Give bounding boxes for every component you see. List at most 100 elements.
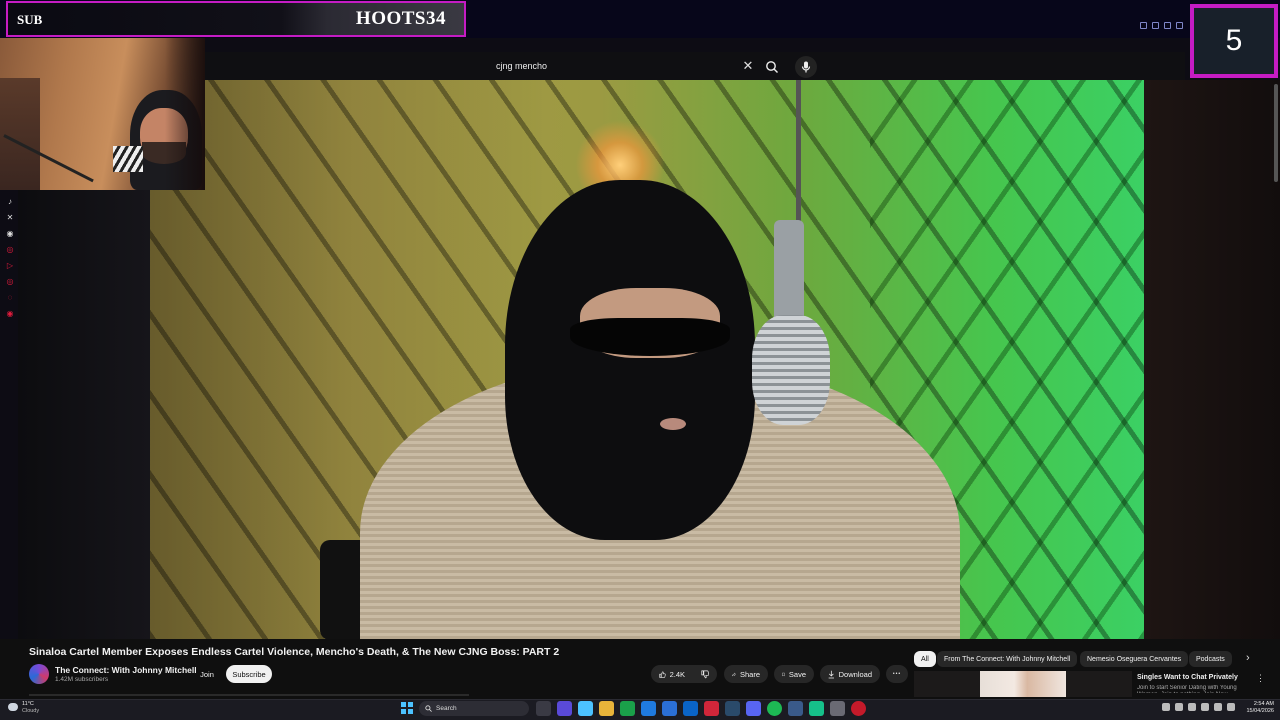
app-icon[interactable] (809, 701, 824, 716)
sub-label: SUB (17, 12, 43, 27)
chip-from-channel[interactable]: From The Connect: With Johnny Mitchell (937, 651, 1078, 667)
shield-icon[interactable] (1164, 22, 1171, 29)
youtube-header (205, 52, 1185, 80)
screen: cjng mencho ✕ SUB HOOTS34 5 ♪ ✕ ◉ ◎ ▷ ◎ … (0, 0, 1280, 720)
streamer-webcam (0, 38, 205, 190)
like-button[interactable]: 2.4K (651, 665, 693, 683)
discord-icon: ◉ (6, 229, 14, 238)
taskbar-search-label: Search (436, 705, 457, 712)
guest-balaclava (505, 180, 755, 540)
clock-date[interactable]: 15/04/2026 (1234, 708, 1274, 714)
streamer-shirt (113, 146, 143, 172)
file-explorer-icon[interactable] (599, 701, 614, 716)
network-icon[interactable] (1201, 703, 1209, 711)
save-button[interactable]: Save (774, 665, 814, 683)
bookmark-icon[interactable] (1140, 22, 1147, 29)
chevron-up-icon[interactable] (1162, 703, 1170, 711)
clear-search-icon[interactable]: ✕ (741, 59, 755, 73)
streamer-name: HOOTS34 (355, 8, 446, 29)
clock-time[interactable]: 2:54 AM (1244, 701, 1274, 707)
system-tray (1162, 703, 1235, 711)
discord-icon[interactable] (746, 701, 761, 716)
channel-name[interactable]: The Connect: With Johnny Mitchell (55, 665, 197, 675)
guest-sunglasses (570, 318, 730, 356)
youtube-app-icon[interactable] (851, 701, 866, 716)
video-player[interactable] (150, 80, 1144, 639)
pinterest-icon: ◉ (6, 309, 14, 318)
voice-search-button[interactable] (795, 56, 817, 78)
steam-active-icon[interactable] (788, 701, 803, 716)
join-label: Join (200, 669, 214, 679)
share-icon (732, 671, 736, 676)
thumbs-down-icon (701, 670, 709, 678)
search-icon[interactable] (764, 59, 780, 75)
photos-icon[interactable] (578, 701, 593, 716)
chevron-right-icon[interactable]: › (1246, 652, 1250, 664)
taskbar-search[interactable]: Search (419, 701, 529, 716)
share-label: Share (739, 669, 760, 679)
chip-all[interactable]: All (914, 651, 936, 667)
instagram-icon: ◎ (6, 277, 14, 286)
edge-icon[interactable] (641, 701, 656, 716)
extension-icon[interactable] (1176, 22, 1183, 29)
counter-widget: 5 (1190, 4, 1278, 78)
social-icon-strip: ♪ ✕ ◉ ◎ ▷ ◎ ◌ ◉ (4, 196, 16, 319)
chip-nemesio[interactable]: Nemesio Oseguera Cervantes (1080, 651, 1189, 667)
tiktok-icon: ♪ (8, 197, 12, 206)
recommendation-title[interactable]: Singles Want to Chat Privately (1137, 674, 1238, 681)
share-button[interactable]: Share (724, 665, 768, 683)
subscribe-button[interactable]: Subscribe (226, 665, 272, 683)
x-icon: ✕ (6, 213, 14, 222)
wifi-icon[interactable] (1214, 703, 1222, 711)
settings-icon[interactable] (830, 701, 845, 716)
browser-toolbar-icons (1140, 22, 1183, 29)
subscriber-count: 1.42M subscribers (55, 676, 109, 683)
save-label: Save (788, 669, 806, 679)
microphone (752, 315, 830, 425)
page-scrollbar[interactable] (1274, 84, 1278, 182)
mic-mount (774, 220, 804, 330)
like-count: 2.4K (669, 669, 685, 679)
divider (29, 694, 469, 696)
cloud-icon[interactable] (8, 703, 18, 711)
subscribe-label: Subscribe (232, 669, 266, 679)
opera-icon[interactable] (704, 701, 719, 716)
start-button[interactable] (401, 702, 413, 714)
download-icon (828, 670, 834, 678)
steam-icon[interactable] (725, 701, 740, 716)
store-icon[interactable] (662, 701, 677, 716)
snapchat-icon: ◌ (7, 293, 13, 302)
chip-podcasts[interactable]: Podcasts (1189, 651, 1232, 667)
weather-description[interactable]: Cloudy (22, 708, 39, 714)
thumbs-up-icon (659, 670, 666, 678)
more-icon: ••• (892, 671, 902, 677)
dislike-button[interactable] (693, 665, 717, 683)
task-view-icon[interactable] (536, 701, 551, 716)
recommendation-thumbnail[interactable] (914, 671, 1132, 697)
xbox-icon[interactable] (620, 701, 635, 716)
webcam-shade (165, 38, 205, 190)
window-icon[interactable] (1152, 22, 1159, 29)
right-dark-panel (1144, 80, 1280, 639)
search-input[interactable]: cjng mencho (496, 61, 547, 71)
bookmark-icon (782, 672, 785, 676)
weather-temperature[interactable]: 11°C (22, 701, 34, 707)
channel-avatar[interactable] (29, 664, 49, 684)
cloud-sync-icon[interactable] (1175, 703, 1183, 711)
microphone-icon (801, 61, 811, 73)
pen-icon[interactable] (1188, 703, 1196, 711)
left-dark-panel (18, 190, 150, 639)
copilot-icon[interactable] (557, 701, 572, 716)
spotify-icon[interactable] (767, 701, 782, 716)
join-button[interactable]: Join (195, 665, 219, 683)
outlook-icon[interactable] (683, 701, 698, 716)
more-actions-button[interactable]: ••• (886, 665, 908, 683)
video-title: Sinaloa Cartel Member Exposes Endless Ca… (29, 646, 560, 658)
download-button[interactable]: Download (820, 665, 880, 683)
guest-mouth (660, 418, 686, 430)
instagram-icon: ◎ (6, 245, 14, 254)
taskbar-apps (536, 701, 866, 716)
more-vert-icon[interactable]: ⋮ (1256, 673, 1265, 684)
sub-goal-box: SUB HOOTS34 (6, 1, 466, 37)
youtube-icon: ▷ (6, 261, 14, 270)
